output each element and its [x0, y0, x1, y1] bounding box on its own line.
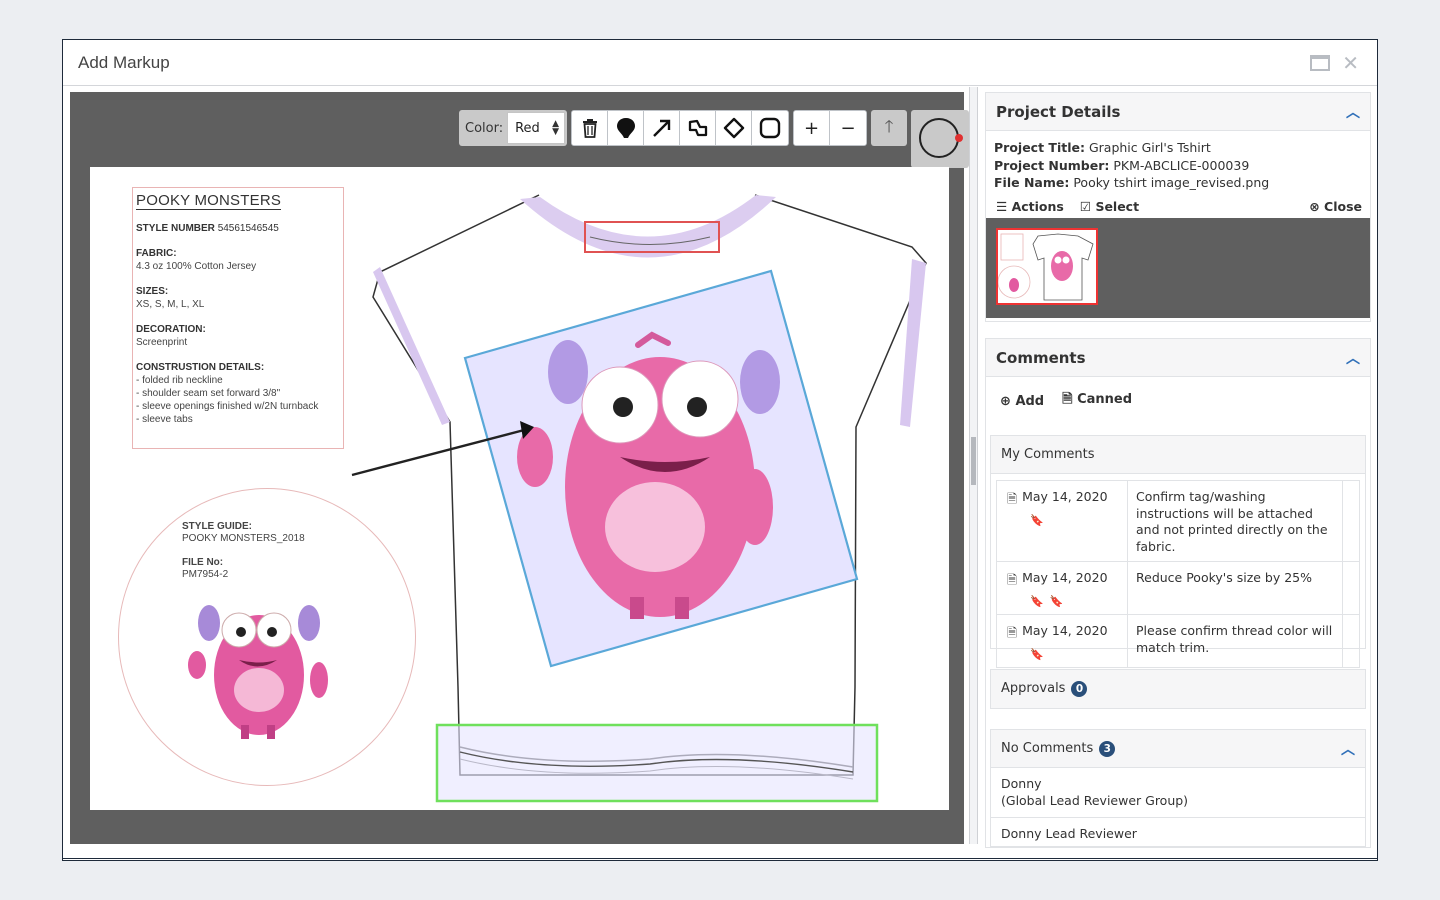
chevron-up-icon[interactable]: ︿ [1346, 102, 1360, 122]
menu-icon: ☰ [996, 199, 1008, 214]
no-comments-box: No Comments 3 ︿ Donny (Global Lead Review… [990, 729, 1366, 847]
trash-icon[interactable] [572, 111, 609, 145]
add-comment-button[interactable]: ⊕ Add [1000, 394, 1044, 409]
select-label: Select [1095, 199, 1140, 214]
thumbnail-strip [986, 217, 1370, 318]
circle-icon [919, 118, 960, 158]
comment-date: May 14, 2020 [1022, 570, 1108, 585]
no-comments-count-badge: 3 [1099, 740, 1116, 757]
no-comments-label: No Comments [1001, 740, 1094, 756]
maximize-icon[interactable] [1310, 55, 1331, 71]
checkbox-icon: ☑ [1079, 199, 1092, 214]
comment-row[interactable]: 🗎 May 14, 2020 🔖 Please confirm thread col… [997, 615, 1359, 667]
arrow-up-icon[interactable]: 🡑 [871, 110, 908, 146]
color-picker: Color: Red ▲ ▼ [459, 110, 568, 146]
close-circle-icon: ⊗ [1309, 199, 1320, 214]
tshirt-drawing [351, 194, 927, 803]
splitter-grip[interactable] [971, 437, 976, 485]
approvals-box[interactable]: Approvals 0 [990, 669, 1366, 709]
markup-canvas[interactable]: Color: Red ▲ ▼ + − 🡑 POOKY MONSTERS STYL… [70, 92, 970, 844]
comment-row[interactable]: 🗎 May 14, 2020 🔖 Confirm tag/washing instr… [997, 481, 1359, 562]
color-label: Color: [465, 120, 504, 136]
actions-button[interactable]: ☰ Actions [996, 199, 1064, 214]
circle-tool-button[interactable] [911, 110, 970, 168]
zoom-out-button[interactable]: − [830, 111, 867, 145]
bookmark-icon[interactable]: 🔖 [1030, 514, 1119, 527]
comments-card: Comments ︿ ⊕ Add 🗎 Canned My Comments 🗎 M… [985, 338, 1371, 848]
color-indicator-dot [955, 134, 964, 142]
document-icon: 🗎 [1062, 392, 1073, 407]
color-select-value: Red [515, 120, 540, 136]
rectangle-icon[interactable] [752, 111, 789, 145]
chevron-up-icon[interactable]: ︿ [1341, 739, 1355, 759]
document-icon: 🗎 [1007, 625, 1018, 640]
close-panel-button[interactable]: ⊗ Close [1309, 199, 1362, 214]
zoom-group: + − [793, 110, 868, 146]
document-icon: 🗎 [1007, 572, 1018, 587]
canned-label: Canned [1077, 392, 1133, 407]
file-name-value: Pooky tshirt image_revised.png [1073, 175, 1270, 190]
approvals-count-badge: 0 [1071, 681, 1088, 697]
project-details-header[interactable]: Project Details ︿ [986, 93, 1370, 131]
markup-toolbar: Color: Red ▲ ▼ + − 🡑 [459, 99, 970, 168]
comment-text: Please confirm thread color will match t… [1128, 615, 1343, 667]
comment-date: May 14, 2020 [1022, 489, 1108, 504]
arrow-icon[interactable] [644, 111, 681, 145]
no-comments-header[interactable]: No Comments 3 ︿ [991, 730, 1365, 768]
project-title-label: Project Title: [994, 140, 1085, 155]
close-icon[interactable]: ✕ [1342, 52, 1359, 74]
dialog-bottom-border [63, 858, 1377, 859]
approvals-header[interactable]: Approvals 0 [991, 670, 1365, 708]
project-number-value: PKM-ABCLICE-000039 [1113, 157, 1250, 173]
reviewer-group: (Global Lead Reviewer Group) [1001, 792, 1189, 808]
comment-text: Reduce Pooky's size by 25% [1128, 562, 1343, 614]
ellipse-icon[interactable] [716, 111, 753, 145]
my-comments-title: My Comments [1001, 447, 1095, 462]
reviewer-name: Donny [1001, 776, 1042, 791]
add-markup-dialog: Add Markup ✕ Color: Red ▲ ▼ + − 🡑 POOKY … [62, 39, 1378, 861]
project-details-title: Project Details [996, 102, 1121, 121]
reviewer-item: Donny Lead Reviewer [991, 818, 1365, 851]
reviewer-name: Donny Lead Reviewer [1001, 826, 1137, 841]
project-details-card: Project Details ︿ Project Title: Graphic… [985, 92, 1371, 322]
my-comments-header: My Comments [991, 436, 1365, 474]
pane-splitter[interactable] [969, 87, 978, 844]
bookmark-icon[interactable]: 🔖🔖 [1030, 595, 1119, 608]
project-meta: Project Title: Graphic Girl's Tshirt Pro… [986, 131, 1370, 196]
comment-actions: ⊕ Add 🗎 Canned [986, 377, 1370, 425]
zoom-in-button[interactable]: + [794, 111, 831, 145]
design-sheet: POOKY MONSTERS STYLE NUMBER 54561546545 … [90, 167, 949, 810]
comments-title: Comments [996, 348, 1086, 367]
dialog-title: Add Markup [78, 52, 170, 72]
project-actions-row: ☰ Actions ☑ Select ⊗ Close [986, 196, 1370, 218]
comments-header[interactable]: Comments ︿ [986, 339, 1370, 377]
my-comments-box: My Comments 🗎 May 14, 2020 🔖 Confirm tag/w… [990, 435, 1366, 668]
comment-date: May 14, 2020 [1022, 623, 1108, 638]
dialog-titlebar: Add Markup ✕ [63, 40, 1377, 86]
add-label: Add [1015, 393, 1045, 409]
bookmark-icon[interactable]: 🔖 [1030, 648, 1119, 661]
image-thumbnail[interactable] [996, 227, 1098, 305]
approvals-label: Approvals [1001, 681, 1066, 696]
project-title-value: Graphic Girl's Tshirt [1088, 140, 1211, 155]
chevron-up-icon[interactable]: ︿ [1346, 348, 1360, 368]
project-number-label: Project Number: [994, 157, 1110, 173]
comment-text: Confirm tag/washing instructions will be… [1128, 481, 1343, 561]
close-label: Close [1324, 199, 1362, 214]
file-name-label: File Name: [994, 175, 1070, 190]
reviewer-item: Donny (Global Lead Reviewer Group) [991, 768, 1365, 818]
details-panel: Project Details ︿ Project Title: Graphic… [985, 92, 1371, 848]
plus-circle-icon: ⊕ [1000, 393, 1011, 409]
freehand-icon[interactable] [680, 111, 717, 145]
document-icon: 🗎 [1007, 491, 1018, 506]
comments-table: 🗎 May 14, 2020 🔖 Confirm tag/washing instr… [996, 480, 1360, 668]
color-select[interactable]: Red ▲ ▼ [507, 112, 566, 144]
canned-button[interactable]: 🗎 Canned [1062, 390, 1132, 412]
select-button[interactable]: ☑ Select [1080, 199, 1139, 214]
select-arrows-icon: ▲ ▼ [552, 119, 560, 137]
pin-icon[interactable] [608, 111, 645, 145]
actions-label: Actions [1011, 199, 1064, 214]
tool-group [571, 110, 790, 146]
comment-row[interactable]: 🗎 May 14, 2020 🔖🔖 Reduce Pooky's size by 2… [997, 562, 1359, 615]
